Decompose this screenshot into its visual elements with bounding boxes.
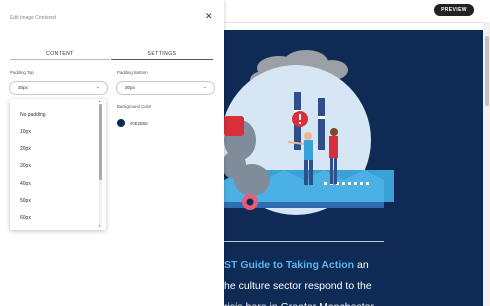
padding-bottom-value: 30px <box>125 85 135 90</box>
chevron-down-icon: ⌄ <box>95 84 100 90</box>
background-color-value: #0E2B56 <box>130 121 148 126</box>
dropdown-option-30px[interactable]: 30px <box>20 163 31 169</box>
dropdown-option-50px[interactable]: 50px <box>20 198 31 204</box>
background-color-label: Background Color <box>117 104 152 109</box>
padding-top-dropdown: No padding 10px 20px 30px 40px 50px 60px… <box>10 99 106 230</box>
dropdown-scrollbar-thumb[interactable] <box>99 104 102 180</box>
scroll-down-icon[interactable]: ▼ <box>98 224 101 228</box>
dropdown-option-40px[interactable]: 40px <box>20 181 31 187</box>
dropdown-option-no-padding[interactable]: No padding <box>20 112 46 118</box>
padding-top-label: Padding Top <box>10 70 34 75</box>
padding-top-value: 30px <box>18 85 28 90</box>
close-icon[interactable]: ✕ <box>205 11 213 21</box>
preview-body-text: ST Guide to Taking Action an he culture … <box>224 255 480 306</box>
page-scrollbar-thumb[interactable] <box>485 36 489 106</box>
climate-illustration <box>224 50 394 215</box>
tab-settings[interactable]: SETTINGS <box>111 49 213 60</box>
tab-content[interactable]: CONTENT <box>10 49 110 60</box>
padding-bottom-select[interactable]: 30px ⌄ <box>116 81 215 95</box>
chevron-down-icon: ⌄ <box>202 84 207 90</box>
image-block-preview[interactable]: ST Guide to Taking Action an he culture … <box>224 30 483 306</box>
panel-title: Edit Image Centered <box>10 15 56 21</box>
preview-text-after: an <box>354 259 369 271</box>
preview-button[interactable]: PREVIEW <box>434 4 474 16</box>
dropdown-option-60px[interactable]: 60px <box>20 215 31 221</box>
scroll-up-icon[interactable]: ▲ <box>98 99 101 103</box>
padding-bottom-label: Padding Bottom <box>117 70 148 75</box>
guide-link[interactable]: ST Guide to Taking Action <box>224 259 354 271</box>
dropdown-option-20px[interactable]: 20px <box>20 146 31 152</box>
preview-line-2: he culture sector respond to the <box>224 280 372 292</box>
preview-line-3: risis here in Greater Manchester <box>224 297 480 306</box>
preview-divider <box>224 241 384 242</box>
settings-panel: Edit Image Centered ✕ CONTENT SETTINGS P… <box>0 0 224 306</box>
background-color-swatch[interactable] <box>117 119 125 127</box>
padding-top-select[interactable]: 30px ⌄ <box>9 81 108 95</box>
dropdown-option-10px[interactable]: 10px <box>20 129 31 135</box>
